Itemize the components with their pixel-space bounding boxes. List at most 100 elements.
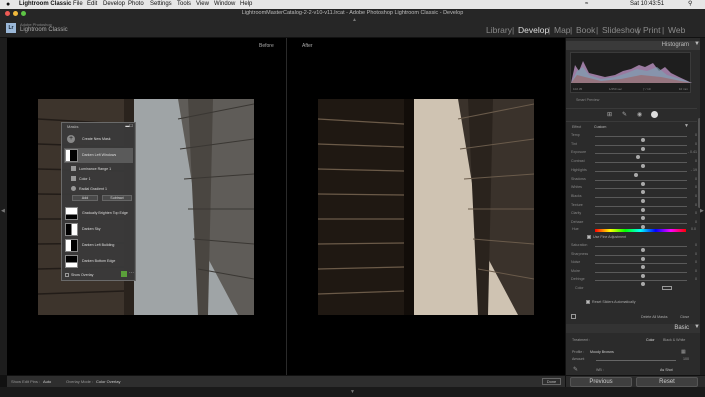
- hue-slider[interactable]: [595, 229, 686, 232]
- menu-window[interactable]: Window: [214, 0, 235, 9]
- apple-icon[interactable]: ●: [6, 0, 10, 9]
- fine-adjust-checkbox[interactable]: [587, 235, 591, 239]
- slider-row-noise[interactable]: Noise 0: [569, 259, 697, 270]
- left-panel-collapsed[interactable]: ◀: [0, 38, 7, 375]
- add-button[interactable]: Add: [72, 195, 98, 201]
- slider-row-sharpness[interactable]: Sharpness 0: [569, 251, 697, 261]
- slider-row-whites[interactable]: Whites 0: [569, 184, 697, 195]
- module-develop[interactable]: Develop: [518, 25, 549, 35]
- histogram[interactable]: 102.35 1/250 sec ƒ / 10 10 mm: [570, 52, 692, 93]
- left-panel-arrow-icon[interactable]: ◀: [1, 208, 5, 214]
- module-library[interactable]: Library: [486, 25, 512, 35]
- after-photo[interactable]: [318, 99, 534, 315]
- reset-button[interactable]: Reset: [636, 377, 698, 387]
- profile-browser-icon[interactable]: ▦: [681, 349, 686, 355]
- mask-item[interactable]: Darken Bottom Edge: [64, 254, 133, 269]
- menu-develop[interactable]: Develop: [103, 0, 125, 9]
- menu-settings[interactable]: Settings: [150, 0, 172, 9]
- slider-row-contrast[interactable]: Contrast 0: [569, 158, 697, 169]
- mask-item[interactable]: Darken Left Building: [64, 238, 133, 253]
- app-menu[interactable]: Lightroom Classic: [19, 0, 71, 9]
- slider-track[interactable]: [595, 263, 687, 270]
- slider-row-clarity[interactable]: Clarity 0: [569, 210, 697, 221]
- slider-track[interactable]: [595, 144, 687, 151]
- mask-component[interactable]: Radial Gradient 1: [64, 184, 133, 194]
- amount-slider[interactable]: [596, 360, 676, 361]
- mask-tool-icon[interactable]: [571, 314, 576, 319]
- slider-row-texture[interactable]: Texture 0: [569, 202, 697, 212]
- delete-all-masks-button[interactable]: Delete All Masks: [641, 315, 668, 319]
- menu-help[interactable]: Help: [240, 0, 252, 9]
- module-map[interactable]: Map: [554, 25, 571, 35]
- menu-edit[interactable]: Edit: [87, 0, 97, 9]
- basic-header[interactable]: Basic ▼: [566, 324, 705, 333]
- clock[interactable]: Sat 10:43:51: [630, 0, 664, 9]
- redeye-icon[interactable]: ◉: [637, 111, 642, 118]
- slider-row-blacks[interactable]: Blacks 0: [569, 193, 697, 203]
- masks-collapse-icon[interactable]: ▬☐: [125, 123, 133, 128]
- profile-value[interactable]: Moody Browns: [590, 350, 614, 354]
- wb-value[interactable]: As Shot: [660, 368, 673, 372]
- panel-toggle-icon[interactable]: ▲: [352, 17, 357, 23]
- slider-track[interactable]: [595, 205, 687, 212]
- slider-track[interactable]: [595, 188, 687, 195]
- menu-tools[interactable]: Tools: [177, 0, 191, 9]
- slider-track[interactable]: [595, 179, 687, 186]
- create-new-mask[interactable]: + Create New Mask: [64, 132, 133, 147]
- subtract-button[interactable]: Subtract: [102, 195, 132, 201]
- slider-track[interactable]: [595, 196, 687, 203]
- slider-row-moire[interactable]: Moire 0: [569, 268, 697, 278]
- slider-row-defringe[interactable]: Defringe 0: [569, 276, 697, 287]
- slider-track[interactable]: [595, 280, 687, 287]
- menu-view[interactable]: View: [196, 0, 209, 9]
- histogram-header[interactable]: Histogram ▼: [566, 41, 705, 50]
- overlay-mode-value[interactable]: Color Overlay: [96, 379, 120, 384]
- previous-button[interactable]: Previous: [570, 377, 632, 387]
- mask-component[interactable]: Color 1: [64, 174, 133, 184]
- close-window-button[interactable]: [5, 11, 10, 16]
- done-button[interactable]: Done: [542, 378, 561, 385]
- mask-item-selected[interactable]: Darken Left Windows: [64, 148, 133, 163]
- masks-panel[interactable]: Masks ▬☐ + Create New Mask Darken Left W…: [61, 122, 136, 281]
- mask-component[interactable]: Luminance Range 1: [64, 164, 133, 174]
- module-print[interactable]: Print: [643, 25, 660, 35]
- search-icon[interactable]: ⚲: [688, 0, 692, 9]
- crop-icon[interactable]: ⊞: [607, 111, 612, 118]
- close-button[interactable]: Close: [680, 315, 689, 319]
- treatment-bw[interactable]: Black & White: [663, 338, 685, 342]
- right-panel-edge[interactable]: ▶: [700, 38, 705, 375]
- slider-track[interactable]: [595, 254, 687, 261]
- masking-icon[interactable]: [651, 111, 658, 118]
- slider-track[interactable]: [595, 271, 687, 278]
- slider-track[interactable]: [595, 170, 687, 177]
- filmstrip-toggle[interactable]: ▼: [0, 387, 705, 397]
- module-web[interactable]: Web: [668, 25, 685, 35]
- mask-item[interactable]: Gradually Brighten Top Edge: [64, 206, 133, 221]
- overlay-color-swatch[interactable]: [121, 271, 127, 277]
- mask-item[interactable]: Darken Sky: [64, 222, 133, 237]
- treatment-color[interactable]: Color: [646, 338, 655, 342]
- right-panel-arrow-icon[interactable]: ▶: [700, 208, 704, 214]
- eyedropper-icon[interactable]: ✎: [573, 366, 578, 373]
- slider-track[interactable]: [595, 162, 687, 169]
- slider-row-shadows[interactable]: Shadows 0: [569, 176, 697, 186]
- effect-value[interactable]: Custom: [594, 125, 606, 129]
- reset-sliders-checkbox[interactable]: [586, 300, 590, 304]
- slider-track[interactable]: [595, 246, 687, 252]
- zoom-window-button[interactable]: [21, 11, 26, 16]
- slider-track[interactable]: [595, 136, 687, 142]
- module-slideshow[interactable]: Slideshow: [602, 25, 641, 35]
- more-icon[interactable]: ⋯: [129, 270, 134, 276]
- color-swatch[interactable]: [662, 286, 672, 290]
- wifi-icon[interactable]: ≈: [585, 0, 588, 9]
- slider-track[interactable]: [595, 223, 687, 229]
- show-pins-value[interactable]: Auto: [43, 379, 51, 384]
- menu-photo[interactable]: Photo: [128, 0, 144, 9]
- show-overlay-checkbox[interactable]: [65, 273, 69, 277]
- slider-knob[interactable]: [641, 282, 645, 287]
- slider-track[interactable]: [595, 153, 687, 160]
- slider-row-highlights[interactable]: Highlights - 19: [569, 167, 697, 177]
- module-book[interactable]: Book: [576, 25, 595, 35]
- slider-track[interactable]: [595, 214, 687, 221]
- effect-collapse-icon[interactable]: ▼: [684, 123, 689, 129]
